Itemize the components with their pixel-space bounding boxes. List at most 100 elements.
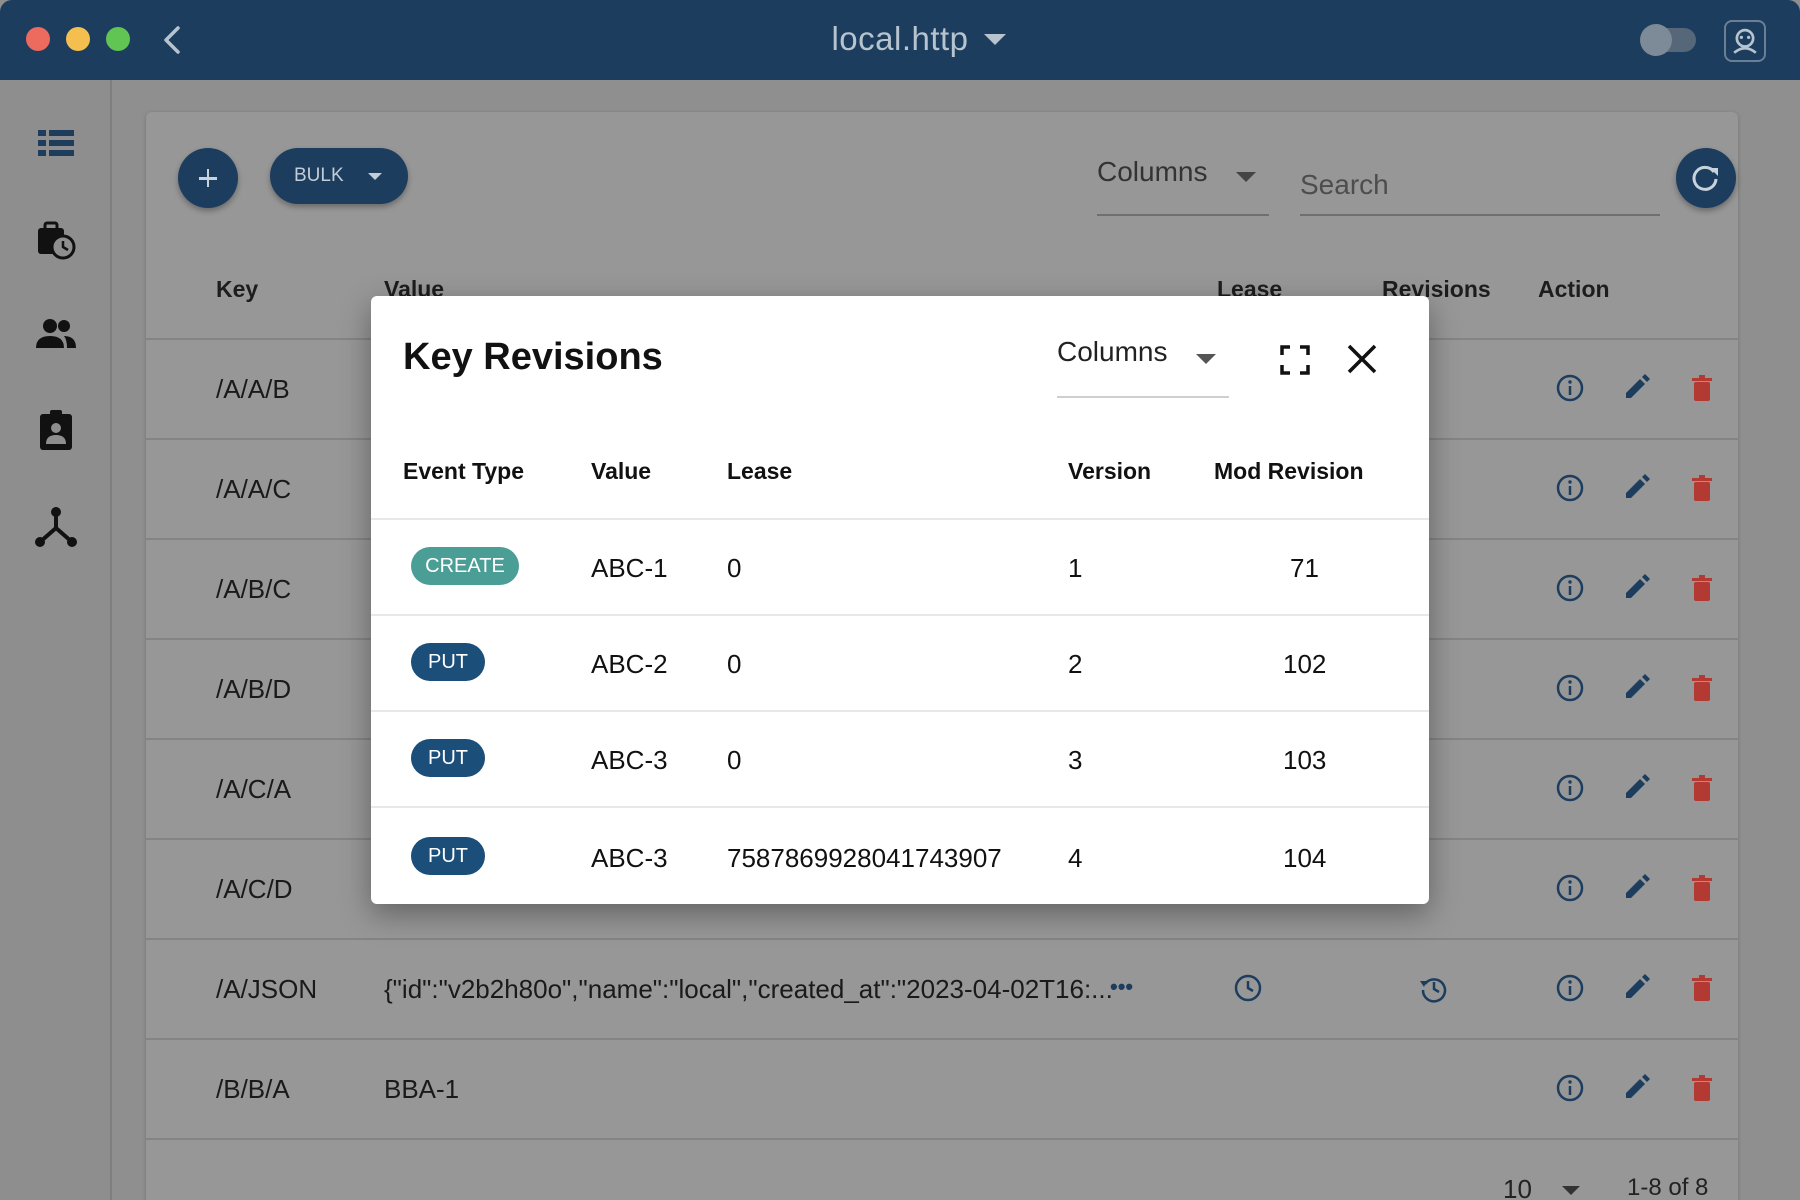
revision-value: ABC-2 xyxy=(591,649,668,679)
row-divider xyxy=(146,938,1738,940)
rows-per-page-select[interactable]: 10 xyxy=(1503,1174,1532,1200)
bulk-button[interactable]: BULK xyxy=(270,148,408,204)
columns-select[interactable]: Columns xyxy=(1097,156,1269,216)
dialog-columns-select[interactable]: Columns xyxy=(1057,336,1229,398)
lease-clock-icon[interactable] xyxy=(1232,972,1264,1004)
revision-value: ABC-3 xyxy=(591,745,668,775)
row-value: BBA-1 xyxy=(384,1074,460,1104)
edit-pencil-icon[interactable] xyxy=(1620,472,1652,504)
info-icon[interactable] xyxy=(1554,972,1586,1004)
revision-mod-revision: 103 xyxy=(1283,745,1327,775)
close-icon[interactable] xyxy=(1345,342,1379,376)
dialog-title: Key Revisions xyxy=(403,336,663,378)
bulk-label: BULK xyxy=(294,165,344,186)
connection-dropdown-icon[interactable] xyxy=(984,34,1006,45)
revision-value: ABC-1 xyxy=(591,553,668,583)
revision-lease: 0 xyxy=(727,553,742,583)
dialog-header-version[interactable]: Version xyxy=(1068,458,1151,485)
row-divider xyxy=(146,1138,1738,1140)
revision-lease: 0 xyxy=(727,649,742,679)
sidebar xyxy=(0,80,112,1200)
bulk-dropdown-icon[interactable] xyxy=(368,173,382,180)
info-icon[interactable] xyxy=(1554,372,1586,404)
event-type-badge: PUT xyxy=(411,837,485,875)
search-input[interactable] xyxy=(1300,156,1660,216)
revision-version: 1 xyxy=(1068,553,1083,583)
info-icon[interactable] xyxy=(1554,672,1586,704)
info-icon[interactable] xyxy=(1554,1072,1586,1104)
revision-version: 3 xyxy=(1068,745,1083,775)
dialog-header-value[interactable]: Value xyxy=(591,458,651,485)
roles-badge-icon[interactable] xyxy=(34,408,78,452)
info-icon[interactable] xyxy=(1554,772,1586,804)
fullscreen-icon[interactable] xyxy=(1279,344,1311,376)
row-key: /A/A/C xyxy=(216,474,292,504)
edit-pencil-icon[interactable] xyxy=(1620,972,1652,1004)
more-value-button[interactable]: ••• xyxy=(1110,974,1133,1000)
pagination-range: 1-8 of 8 xyxy=(1627,1174,1709,1200)
row-key: /A/C/A xyxy=(216,774,292,804)
row-key: /A/B/D xyxy=(216,674,292,704)
add-key-button[interactable] xyxy=(178,148,238,208)
delete-trash-icon[interactable] xyxy=(1686,572,1718,604)
revision-mod-revision: 104 xyxy=(1283,843,1327,873)
delete-trash-icon[interactable] xyxy=(1686,972,1718,1004)
event-type-badge: PUT xyxy=(411,643,485,681)
refresh-button[interactable] xyxy=(1676,148,1736,208)
revision-value: ABC-3 xyxy=(591,843,668,873)
dialog-header-event-type[interactable]: Event Type xyxy=(403,458,524,485)
edit-pencil-icon[interactable] xyxy=(1620,672,1652,704)
dialog-header-divider xyxy=(371,518,1429,520)
delete-trash-icon[interactable] xyxy=(1686,472,1718,504)
dialog-columns-dropdown-icon[interactable] xyxy=(1196,354,1216,364)
cluster-icon[interactable] xyxy=(34,504,78,548)
revision-version: 4 xyxy=(1068,843,1083,873)
info-icon[interactable] xyxy=(1554,572,1586,604)
info-icon[interactable] xyxy=(1554,872,1586,904)
account-icon[interactable] xyxy=(1724,20,1766,62)
lease-timer-icon[interactable] xyxy=(34,218,78,262)
delete-trash-icon[interactable] xyxy=(1686,872,1718,904)
delete-trash-icon[interactable] xyxy=(1686,772,1718,804)
dialog-row-divider xyxy=(371,614,1429,616)
delete-trash-icon[interactable] xyxy=(1686,1072,1718,1104)
connection-title[interactable]: local.http xyxy=(0,20,1800,58)
row-divider xyxy=(146,1038,1738,1040)
row-key: /B/B/A xyxy=(216,1074,290,1104)
dialog-columns-label: Columns xyxy=(1057,336,1168,367)
row-key: /A/JSON xyxy=(216,974,318,1004)
key-revisions-dialog: Key Revisions Columns Event Type Value L… xyxy=(371,296,1429,904)
row-key: /A/B/C xyxy=(216,574,292,604)
edit-pencil-icon[interactable] xyxy=(1620,372,1652,404)
revision-lease: 0 xyxy=(727,745,742,775)
users-icon[interactable] xyxy=(34,312,78,356)
column-header-action[interactable]: Action xyxy=(1538,276,1610,303)
edit-pencil-icon[interactable] xyxy=(1620,872,1652,904)
dialog-row-divider xyxy=(371,806,1429,808)
keys-list-icon[interactable] xyxy=(34,122,78,166)
dialog-row-divider xyxy=(371,710,1429,712)
revision-version: 2 xyxy=(1068,649,1083,679)
row-value: {"id":"v2b2h80o","name":"local","created… xyxy=(384,974,1113,1004)
event-type-badge: PUT xyxy=(411,739,485,777)
edit-pencil-icon[interactable] xyxy=(1620,572,1652,604)
edit-pencil-icon[interactable] xyxy=(1620,1072,1652,1104)
row-key: /A/C/D xyxy=(216,874,293,904)
rows-per-page-dropdown-icon[interactable] xyxy=(1562,1186,1580,1195)
delete-trash-icon[interactable] xyxy=(1686,372,1718,404)
revision-mod-revision: 102 xyxy=(1283,649,1327,679)
revisions-history-icon[interactable] xyxy=(1417,972,1449,1004)
columns-label: Columns xyxy=(1097,156,1208,187)
column-header-key[interactable]: Key xyxy=(216,276,258,303)
event-type-badge: CREATE xyxy=(411,547,519,585)
revision-lease: 7587869928041743907 xyxy=(727,843,1002,873)
dialog-header-lease[interactable]: Lease xyxy=(727,458,792,485)
sun-icon[interactable] xyxy=(1640,24,1672,56)
revision-mod-revision: 71 xyxy=(1290,553,1319,583)
edit-pencil-icon[interactable] xyxy=(1620,772,1652,804)
dialog-header-mod-revision[interactable]: Mod Revision xyxy=(1214,458,1364,485)
delete-trash-icon[interactable] xyxy=(1686,672,1718,704)
columns-dropdown-icon[interactable] xyxy=(1236,172,1256,182)
info-icon[interactable] xyxy=(1554,472,1586,504)
row-key: /A/A/B xyxy=(216,374,290,404)
